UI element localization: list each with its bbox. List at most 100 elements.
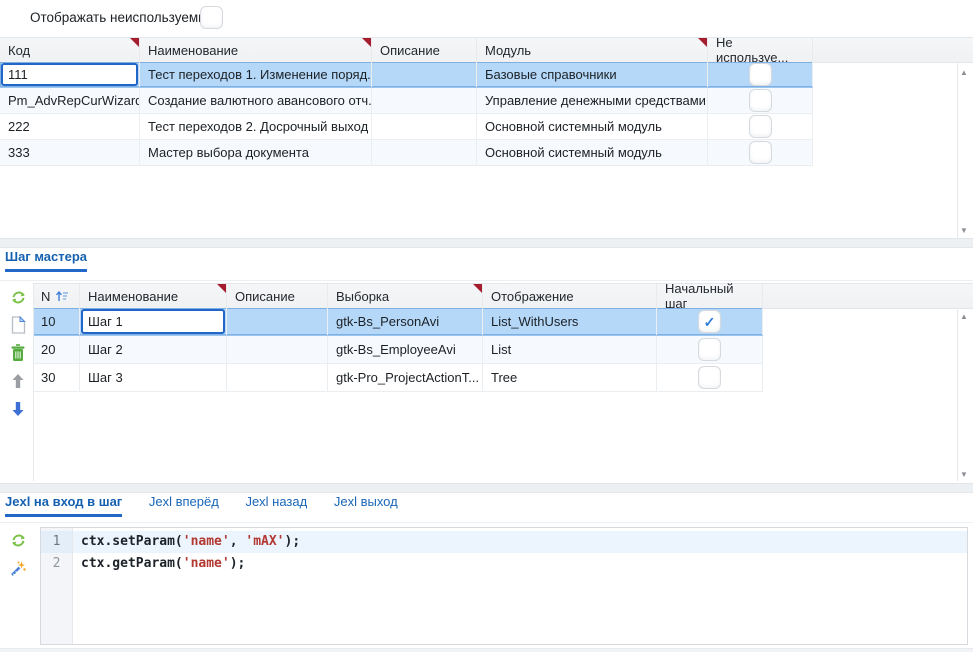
cell-name[interactable]: Тест переходов 1. Изменение поряд... xyxy=(140,62,372,87)
code-editor[interactable]: 1 2 ctx.setParam('name', 'mAX'); ctx.get… xyxy=(40,527,968,645)
cell-description[interactable] xyxy=(227,364,328,391)
column-header-code[interactable]: Код xyxy=(0,38,140,62)
cell-module[interactable]: Базовые справочники xyxy=(477,62,708,87)
cell-display[interactable]: Tree xyxy=(483,364,657,391)
cell-initial-step[interactable]: ✓ xyxy=(657,308,763,335)
scroll-up-arrow[interactable]: ▲ xyxy=(958,68,970,77)
cell-selection[interactable]: gtk-Pro_ProjectActionT... xyxy=(328,364,483,391)
code-line[interactable]: ctx.getParam('name'); xyxy=(73,553,967,575)
cell-unused[interactable] xyxy=(708,114,813,139)
cell-display[interactable]: List xyxy=(483,336,657,363)
scrollbar-track[interactable] xyxy=(957,62,958,238)
cell-unused[interactable] xyxy=(708,88,813,113)
cell-description[interactable] xyxy=(227,308,328,335)
refresh-button[interactable] xyxy=(8,530,28,550)
table-row[interactable]: 333 Мастер выбора документа Основной сис… xyxy=(0,140,813,166)
bottom-scrollbar-track[interactable] xyxy=(0,648,973,652)
cell-initial-step[interactable] xyxy=(657,336,763,363)
new-document-icon xyxy=(11,316,26,334)
cell-code[interactable]: Pm_AdvRepCurWizard xyxy=(0,88,140,113)
cell-n[interactable]: 10 xyxy=(33,308,80,335)
cell-code[interactable]: 333 xyxy=(0,140,140,165)
cell-n[interactable]: 30 xyxy=(33,364,80,391)
cell-n[interactable]: 20 xyxy=(33,336,80,363)
tab-step-master[interactable]: Шаг мастера xyxy=(5,249,87,272)
column-header-initial-step[interactable]: Начальный шаг xyxy=(657,284,763,308)
steps-tabstrip: Шаг мастера xyxy=(5,249,87,272)
initial-step-checkbox[interactable] xyxy=(698,366,721,389)
tab-jexl-exit[interactable]: Jexl выход xyxy=(334,494,398,517)
cell-description[interactable] xyxy=(372,62,477,87)
column-header-n[interactable]: N xyxy=(33,284,80,308)
cell-name[interactable]: Мастер выбора документа xyxy=(140,140,372,165)
unused-checkbox[interactable] xyxy=(749,63,772,86)
delete-button[interactable] xyxy=(8,343,28,363)
new-record-button[interactable] xyxy=(8,315,28,335)
column-header-label: N xyxy=(41,289,50,304)
tab-jexl-forward[interactable]: Jexl вперёд xyxy=(149,494,219,517)
tabstrip-border xyxy=(0,280,973,281)
refresh-button[interactable] xyxy=(8,287,28,307)
column-header-label: Начальный шаг xyxy=(665,281,754,311)
column-header-module[interactable]: Модуль xyxy=(477,38,708,62)
cell-code[interactable]: 111 xyxy=(0,62,140,87)
table-row[interactable]: 20 Шаг 2 gtk-Bs_EmployeeAvi List xyxy=(33,336,763,364)
cell-display[interactable]: List_WithUsers xyxy=(483,308,657,335)
code-line[interactable]: ctx.setParam('name', 'mAX'); xyxy=(73,531,967,553)
scroll-up-arrow[interactable]: ▲ xyxy=(958,312,970,321)
cell-unused[interactable] xyxy=(708,62,813,87)
steps-table-header: N Наименование Описание Выборка Отображе… xyxy=(33,283,973,309)
column-header-display[interactable]: Отображение xyxy=(483,284,657,308)
code-area[interactable]: ctx.setParam('name', 'mAX'); ctx.getPara… xyxy=(73,528,967,644)
column-header-filler xyxy=(763,284,973,308)
move-down-button[interactable] xyxy=(8,399,28,419)
cell-name[interactable]: Шаг 3 xyxy=(80,364,227,391)
cell-selection[interactable]: gtk-Bs_EmployeeAvi xyxy=(328,336,483,363)
focused-cell[interactable]: 111 xyxy=(1,63,138,86)
column-header-unused[interactable]: Не используе... xyxy=(708,38,813,62)
cell-description[interactable] xyxy=(372,114,477,139)
cell-module[interactable]: Управление денежными средствами xyxy=(477,88,708,113)
column-header-name[interactable]: Наименование xyxy=(80,284,227,308)
filter-indicator-icon xyxy=(130,38,139,47)
show-unused-checkbox[interactable] xyxy=(200,6,223,29)
scrollbar-track[interactable] xyxy=(957,308,958,481)
cell-name[interactable]: Создание валютного авансового отч... xyxy=(140,88,372,113)
unused-checkbox[interactable] xyxy=(749,89,772,112)
table-row[interactable]: 10 Шаг 1 gtk-Bs_PersonAvi List_WithUsers… xyxy=(33,308,763,336)
unused-checkbox[interactable] xyxy=(749,115,772,138)
focused-cell[interactable]: Шаг 1 xyxy=(81,309,225,334)
initial-step-checkbox[interactable] xyxy=(698,338,721,361)
cell-description[interactable] xyxy=(372,88,477,113)
cell-description[interactable] xyxy=(372,140,477,165)
column-header-selection[interactable]: Выборка xyxy=(328,284,483,308)
format-code-button[interactable] xyxy=(8,558,28,578)
scroll-down-arrow[interactable]: ▼ xyxy=(958,226,970,235)
cell-name[interactable]: Тест переходов 2. Досрочный выход xyxy=(140,114,372,139)
table-row[interactable]: 111 Тест переходов 1. Изменение поряд...… xyxy=(0,62,813,88)
move-up-button[interactable] xyxy=(8,371,28,391)
cell-module[interactable]: Основной системный модуль xyxy=(477,140,708,165)
cell-module[interactable]: Основной системный модуль xyxy=(477,114,708,139)
table-row[interactable]: 222 Тест переходов 2. Досрочный выход Ос… xyxy=(0,114,813,140)
cell-initial-step[interactable] xyxy=(657,364,763,391)
scroll-down-arrow[interactable]: ▼ xyxy=(958,470,970,479)
initial-step-checkbox[interactable]: ✓ xyxy=(698,310,721,333)
column-header-label: Отображение xyxy=(491,289,574,304)
cell-name[interactable]: Шаг 1 xyxy=(80,308,227,335)
line-number: 1 xyxy=(41,531,72,553)
cell-unused[interactable] xyxy=(708,140,813,165)
column-header-description[interactable]: Описание xyxy=(372,38,477,62)
tab-jexl-step-entry[interactable]: Jexl на вход в шаг xyxy=(5,494,122,517)
cell-selection[interactable]: gtk-Bs_PersonAvi xyxy=(328,308,483,335)
column-header-description[interactable]: Описание xyxy=(227,284,328,308)
unused-checkbox[interactable] xyxy=(749,141,772,164)
table-row[interactable]: Pm_AdvRepCurWizard Создание валютного ав… xyxy=(0,88,813,114)
tab-jexl-back[interactable]: Jexl назад xyxy=(245,494,307,517)
table-row[interactable]: 30 Шаг 3 gtk-Pro_ProjectActionT... Tree xyxy=(33,364,763,392)
column-header-name[interactable]: Наименование xyxy=(140,38,372,62)
cell-description[interactable] xyxy=(227,336,328,363)
show-unused-label: Отображать неиспользуемые xyxy=(30,10,215,25)
cell-code[interactable]: 222 xyxy=(0,114,140,139)
cell-name[interactable]: Шаг 2 xyxy=(80,336,227,363)
